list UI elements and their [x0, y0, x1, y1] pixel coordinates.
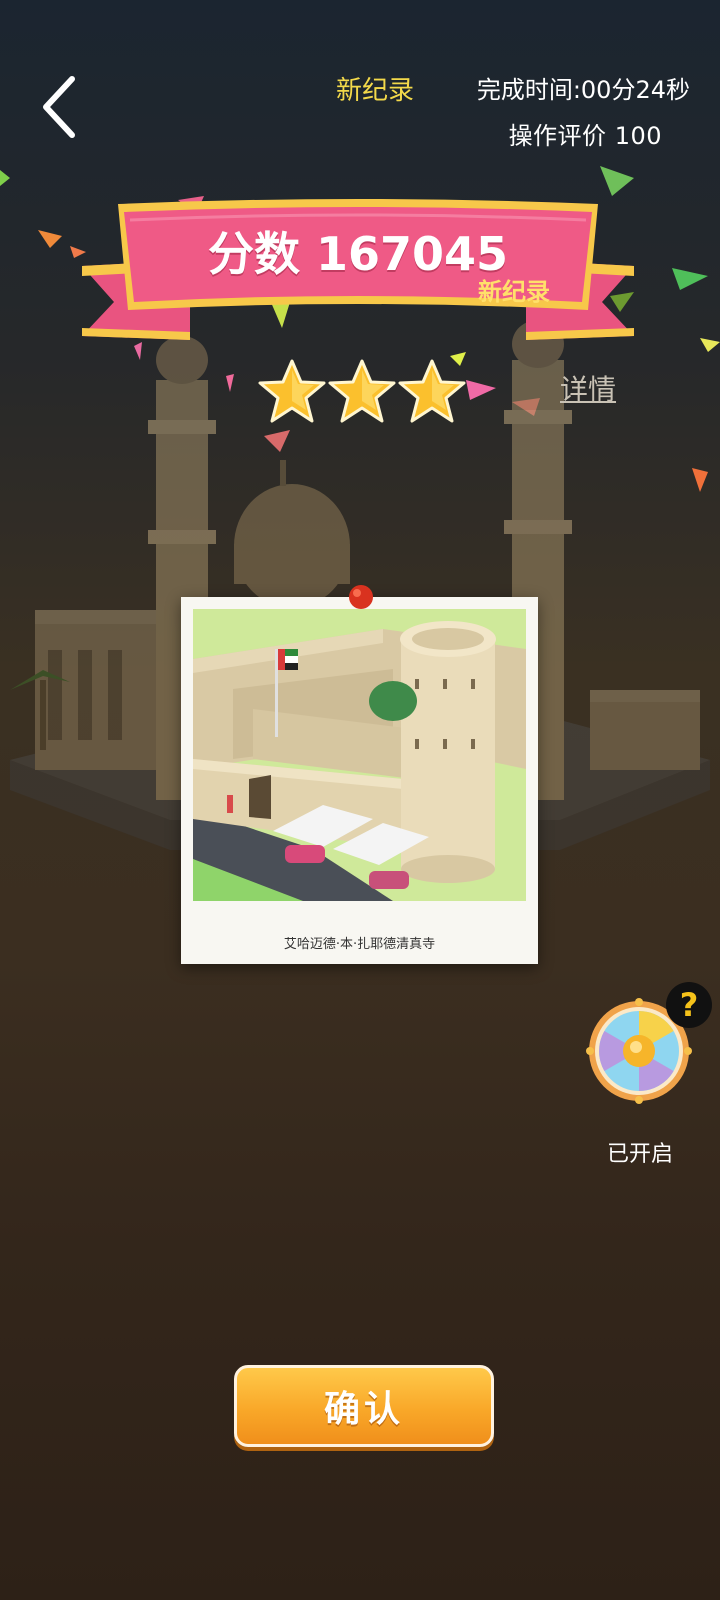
finish-time-text: 完成时间:00分24秒 — [476, 76, 690, 104]
star-rating — [258, 358, 468, 428]
score-text: 分数 167045 — [207, 227, 509, 281]
photo-caption: 艾哈迈德·本·扎耶德清真寺 — [283, 937, 436, 952]
confirm-button[interactable]: 确认 — [234, 1365, 494, 1447]
back-button[interactable] — [30, 72, 90, 142]
banner-new-record-label: 新纪录 — [478, 278, 550, 306]
score-banner: 分数 167045 新纪录 — [78, 190, 638, 350]
star-icon — [328, 359, 396, 423]
star-icon — [258, 359, 326, 423]
wheel-status-label: 已开启 — [606, 1142, 673, 1167]
pushpin-icon — [349, 585, 373, 609]
landmark-photo-card: 艾哈迈德·本·扎耶德清真寺 — [181, 597, 538, 964]
landmark-photo — [193, 609, 526, 901]
chevron-left-icon — [43, 76, 75, 138]
question-icon[interactable]: ? — [666, 982, 712, 1028]
operation-rating-text: 操作评价 100 — [508, 122, 662, 150]
star-icon — [398, 359, 466, 423]
new-record-label: 新纪录 — [336, 76, 415, 106]
details-link[interactable]: 详情 — [560, 368, 616, 408]
